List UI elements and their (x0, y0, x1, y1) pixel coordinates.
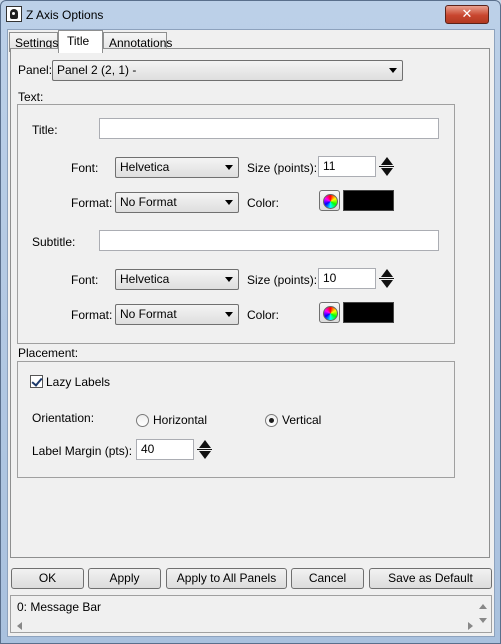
color-wheel-icon[interactable] (319, 190, 340, 211)
title-bar[interactable]: Z Axis Options ✕ (1, 1, 500, 29)
title-font-value: Helvetica (120, 160, 170, 174)
stepper-up-icon[interactable] (199, 440, 211, 448)
subtitle-color-swatch[interactable] (343, 302, 394, 323)
stepper-up-icon[interactable] (381, 157, 393, 165)
chevron-down-icon (225, 312, 233, 317)
panel-select-value: Panel 2 (2, 1) - (57, 63, 137, 77)
label-margin-label: Label Margin (pts): (32, 444, 133, 458)
subtitle-size-label: Size (points): (247, 273, 318, 287)
subtitle-font-select[interactable]: Helvetica (115, 269, 239, 290)
apply-button[interactable]: Apply (88, 568, 161, 589)
label-margin-stepper[interactable] (197, 439, 212, 461)
title-input[interactable] (99, 118, 439, 139)
placement-label: Placement: (18, 346, 79, 360)
close-button[interactable]: ✕ (445, 5, 489, 24)
chevron-down-icon (225, 165, 233, 170)
subtitle-size-input[interactable]: 10 (318, 268, 376, 289)
orientation-vertical-label[interactable]: Vertical (282, 413, 321, 427)
title-size-stepper[interactable] (379, 156, 394, 178)
title-color-label: Color: (247, 196, 280, 210)
save-as-default-button[interactable]: Save as Default (369, 568, 492, 589)
dialog-window: Z Axis Options ✕ Settings Title Annotati… (0, 0, 501, 644)
subtitle-color-label: Color: (247, 308, 280, 322)
chevron-down-icon (225, 200, 233, 205)
tab-title[interactable]: Title (58, 30, 103, 53)
stepper-down-icon[interactable] (381, 168, 393, 176)
label-margin-input[interactable]: 40 (136, 439, 194, 460)
subtitle-font-label: Font: (71, 273, 99, 287)
scroll-right-icon[interactable] (468, 622, 473, 630)
title-font-label: Font: (71, 161, 99, 175)
chevron-down-icon (225, 277, 233, 282)
title-label: Title: (32, 123, 58, 137)
subtitle-font-value: Helvetica (120, 272, 170, 286)
message-bar-text: 0: Message Bar (17, 600, 102, 614)
subtitle-label: Subtitle: (32, 235, 76, 249)
scroll-left-icon[interactable] (17, 622, 22, 630)
stepper-divider (197, 449, 212, 450)
stepper-down-icon[interactable] (199, 451, 211, 459)
dialog-body: Settings Title Annotations Panel: Panel … (7, 29, 495, 637)
lazy-labels-label[interactable]: Lazy Labels (46, 375, 110, 389)
panel-select[interactable]: Panel 2 (2, 1) - (52, 60, 403, 81)
title-size-label: Size (points): (247, 161, 318, 175)
title-font-select[interactable]: Helvetica (115, 157, 239, 178)
stepper-divider (379, 278, 394, 279)
window-title: Z Axis Options (26, 8, 104, 22)
title-format-select[interactable]: No Format (115, 192, 239, 213)
stepper-divider (379, 166, 394, 167)
title-color-swatch[interactable] (343, 190, 394, 211)
apply-all-panels-button[interactable]: Apply to All Panels (166, 568, 287, 589)
cancel-button[interactable]: Cancel (291, 568, 364, 589)
title-format-label: Format: (71, 196, 113, 210)
chevron-down-icon (389, 68, 397, 73)
app-icon (6, 6, 22, 22)
scroll-down-icon[interactable] (479, 618, 487, 623)
stepper-down-icon[interactable] (381, 280, 393, 288)
orientation-horizontal-radio[interactable] (136, 414, 149, 427)
color-wheel-icon[interactable] (319, 302, 340, 323)
subtitle-format-label: Format: (71, 308, 113, 322)
orientation-label: Orientation: (32, 411, 95, 425)
panel-label: Panel: (18, 63, 53, 77)
title-format-value: No Format (120, 195, 177, 209)
orientation-horizontal-label[interactable]: Horizontal (153, 413, 207, 427)
stepper-up-icon[interactable] (381, 269, 393, 277)
message-bar: 0: Message Bar (10, 595, 492, 633)
subtitle-format-value: No Format (120, 307, 177, 321)
tab-panel-title: Panel: Panel 2 (2, 1) - Text: Title: Fon… (10, 48, 490, 558)
subtitle-input[interactable] (99, 230, 439, 251)
subtitle-size-stepper[interactable] (379, 268, 394, 290)
ok-button[interactable]: OK (11, 568, 84, 589)
title-size-input[interactable]: 11 (318, 156, 376, 177)
scroll-up-icon[interactable] (479, 604, 487, 609)
orientation-vertical-radio[interactable] (265, 414, 278, 427)
subtitle-format-select[interactable]: No Format (115, 304, 239, 325)
lazy-labels-checkbox[interactable] (30, 375, 43, 388)
text-group-label: Text: (18, 90, 44, 104)
